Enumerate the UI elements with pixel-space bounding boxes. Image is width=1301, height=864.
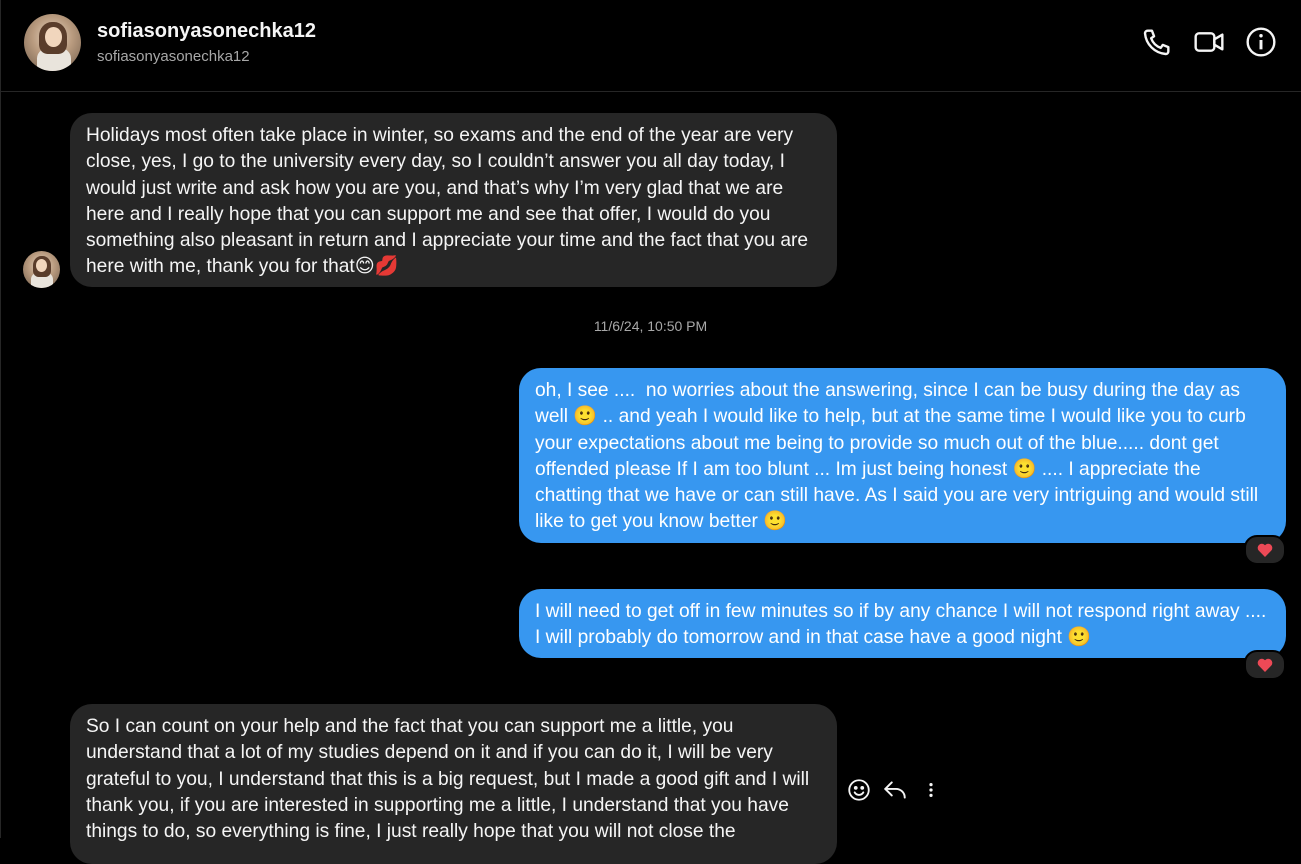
- outgoing-message[interactable]: oh, I see .... no worries about the answ…: [519, 368, 1286, 543]
- left-border: [0, 0, 1, 838]
- phone-icon[interactable]: [1141, 26, 1173, 58]
- more-options-icon[interactable]: [918, 776, 944, 804]
- heart-icon: [1257, 658, 1273, 672]
- react-icon[interactable]: [846, 776, 872, 804]
- message-timestamp: 11/6/24, 10:50 PM: [593, 318, 708, 334]
- heart-reaction[interactable]: [1244, 650, 1286, 680]
- sender-avatar[interactable]: [23, 251, 60, 288]
- contact-username: sofiasonyasonechka12: [97, 48, 250, 65]
- outgoing-message[interactable]: I will need to get off in few minutes so…: [519, 589, 1286, 658]
- incoming-message[interactable]: Holidays most often take place in winter…: [70, 113, 837, 287]
- heart-icon: [1257, 543, 1273, 557]
- heart-reaction[interactable]: [1244, 535, 1286, 565]
- incoming-message[interactable]: So I can count on your help and the fact…: [70, 704, 837, 864]
- chat-header: sofiasonyasonechka12 sofiasonyasonechka1…: [0, 0, 1301, 92]
- info-icon[interactable]: [1245, 26, 1277, 58]
- reply-icon[interactable]: [882, 776, 908, 804]
- video-call-icon[interactable]: [1193, 26, 1225, 58]
- header-avatar[interactable]: [24, 14, 81, 71]
- contact-display-name[interactable]: sofiasonyasonechka12: [97, 20, 316, 43]
- message-actions: [846, 776, 944, 804]
